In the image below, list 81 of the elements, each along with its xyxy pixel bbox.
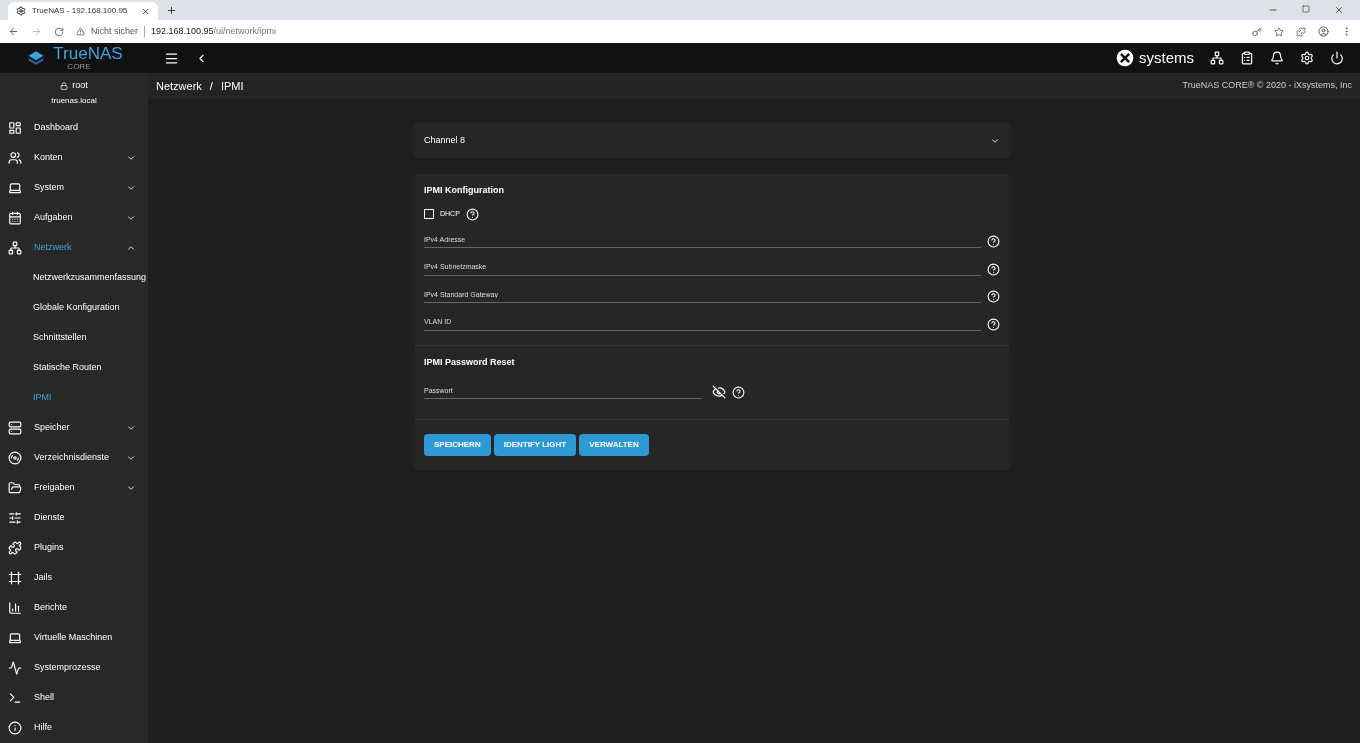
caret-icon	[126, 423, 136, 433]
star-icon[interactable]	[1274, 26, 1284, 37]
new-tab-icon[interactable]	[166, 5, 177, 16]
copyright-text: TrueNAS CORE® © 2020 - iXsystems, Inc	[1182, 79, 1352, 93]
close-icon[interactable]	[141, 6, 150, 16]
browser-tab[interactable]: TrueNAS - 192.168.100.95	[8, 2, 158, 20]
breadcrumb-item: IPMI	[220, 78, 244, 94]
tab-title: TrueNAS - 192.168.100.95	[32, 5, 129, 17]
sidebar-item[interactable]: Freigaben	[0, 473, 148, 503]
sidebar-item[interactable]: Jails	[0, 563, 148, 593]
sidebar-item[interactable]: Konten	[0, 143, 148, 173]
sidebar-item[interactable]: Aufgaben	[0, 203, 148, 233]
network-icon[interactable]	[1210, 51, 1224, 65]
sidebar-item[interactable]: Systemprozesse	[0, 653, 148, 683]
menu-icon[interactable]	[164, 50, 179, 66]
sidebar-item[interactable]: Dashboard	[0, 113, 148, 143]
channel-select[interactable]: Channel 8	[414, 123, 1010, 158]
vendor-text: systems	[1139, 47, 1194, 68]
accounts-icon	[8, 151, 22, 165]
sidebar-item[interactable]: Berichte	[0, 593, 148, 623]
jails-icon	[8, 571, 22, 585]
caret-icon	[126, 213, 136, 223]
sidebar-item[interactable]: Netzwerk	[0, 233, 148, 263]
logo-text: TrueNAS	[53, 45, 123, 62]
sidebar-item[interactable]: Verzeichnisdienste	[0, 443, 148, 473]
network-icon	[8, 241, 22, 255]
caret-icon	[126, 453, 136, 463]
section-title: IPMI Password Reset	[424, 355, 516, 369]
sidebar-subitem[interactable]: Statische Routen	[0, 353, 148, 383]
sidebar-subitem[interactable]: IPMI	[0, 383, 148, 413]
services-icon	[8, 511, 22, 525]
section-title: IPMI Konfiguration	[424, 184, 505, 197]
caret-icon	[126, 153, 136, 163]
security-label: Nicht sicher	[91, 24, 138, 38]
sidebar-subitem[interactable]: Globale Konfiguration	[0, 293, 148, 323]
vms-icon	[8, 631, 22, 645]
shares-icon	[8, 481, 22, 495]
sidebar-item[interactable]: Shell	[0, 683, 148, 713]
back-icon[interactable]	[8, 26, 19, 37]
key-icon[interactable]	[1252, 26, 1262, 37]
plugins-icon	[8, 541, 22, 555]
sidebar-item[interactable]: Dienste	[0, 503, 148, 533]
hide-password-icon[interactable]	[712, 385, 726, 399]
shell-icon	[8, 691, 22, 705]
warning-icon	[76, 27, 85, 36]
notifications-icon[interactable]	[1270, 51, 1284, 65]
sidebar-subitem[interactable]: Schnittstellen	[0, 323, 148, 353]
power-icon[interactable]	[1330, 51, 1344, 65]
vendor-logo-icon	[1115, 48, 1135, 68]
breadcrumb-item[interactable]: Netzwerk	[156, 77, 202, 95]
profile-icon[interactable]	[1318, 26, 1329, 37]
directory-icon	[8, 451, 22, 465]
processes-icon	[8, 661, 22, 675]
checkbox[interactable]	[424, 209, 434, 219]
sidebar-item[interactable]: System	[0, 173, 148, 203]
sidebar-subitem[interactable]: Netzwerkzusammenfassung	[0, 263, 148, 293]
caret-icon	[126, 483, 136, 493]
clipboard-icon[interactable]	[1240, 51, 1254, 65]
sidebar-item[interactable]: Speicher	[0, 413, 148, 443]
maximize-icon[interactable]	[1302, 5, 1310, 13]
sidebar-item[interactable]: Plugins	[0, 533, 148, 563]
user-name: root	[72, 79, 88, 93]
breadcrumb-separator: /	[209, 78, 213, 94]
extensions-icon[interactable]	[1296, 26, 1306, 37]
reports-icon	[8, 601, 22, 615]
sidebar-item[interactable]: Hilfe	[0, 713, 148, 743]
logo-subtext: CORE	[67, 63, 91, 71]
settings-icon[interactable]	[1300, 51, 1314, 65]
storage-icon	[8, 421, 22, 435]
dashboard-icon	[8, 121, 22, 135]
site-icon	[16, 6, 26, 16]
close-icon[interactable]	[1334, 5, 1344, 15]
url-field[interactable]: 192.168.100.95/ui/network/ipmi	[151, 24, 277, 39]
sidebar-item[interactable]: Virtuelle Maschinen	[0, 623, 148, 653]
caret-icon	[126, 243, 136, 253]
host-name: truenas.local	[51, 94, 97, 107]
tasks-icon	[8, 211, 22, 225]
caret-icon	[126, 183, 136, 193]
lock-icon	[60, 82, 69, 90]
system-icon	[8, 181, 22, 195]
reload-icon[interactable]	[54, 26, 64, 37]
